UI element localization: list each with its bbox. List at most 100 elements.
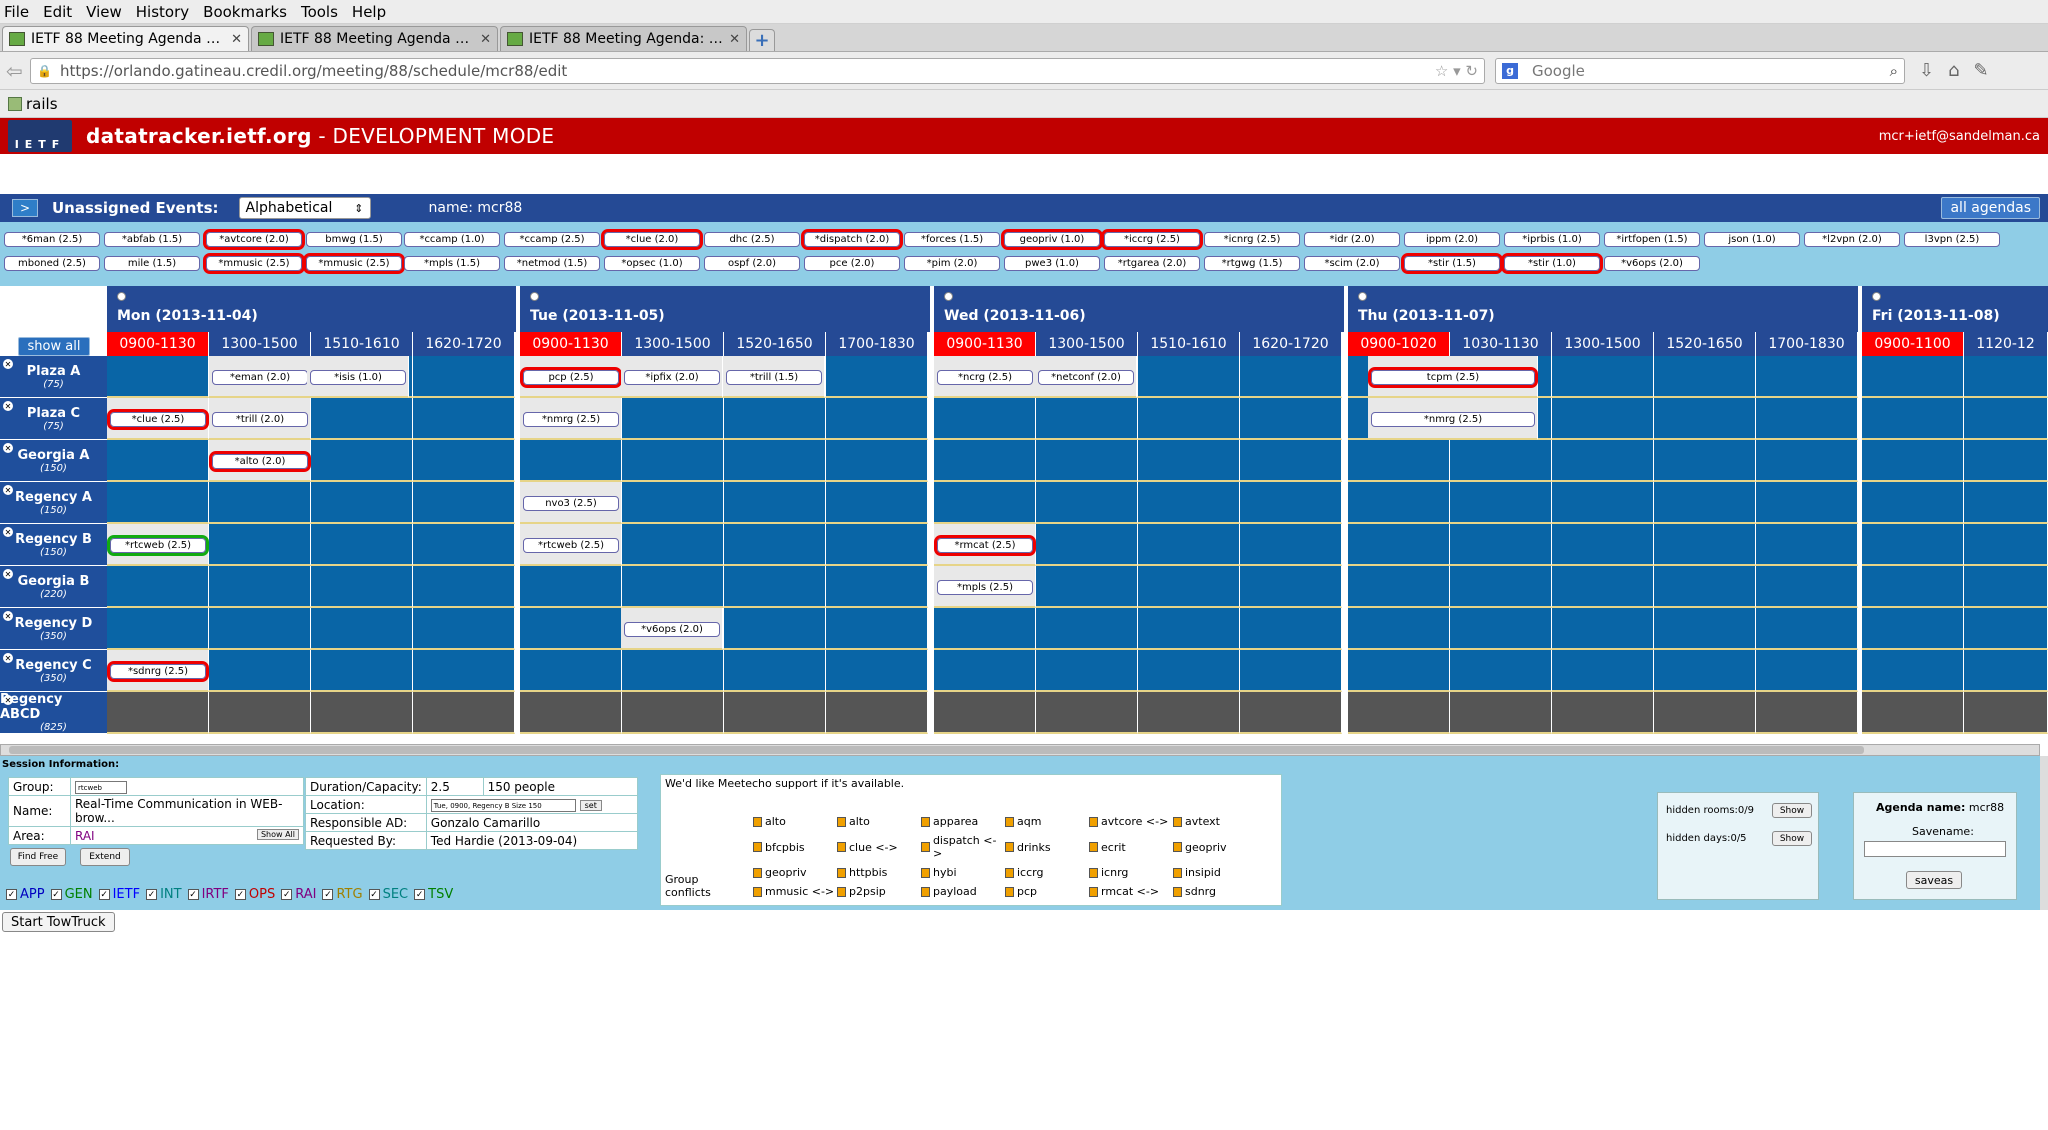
schedule-cell[interactable] [1240,356,1342,398]
hide-room-icon[interactable]: ✕ [3,611,13,621]
schedule-cell[interactable] [1240,692,1342,734]
schedule-cell[interactable] [1964,566,2048,608]
schedule-cell[interactable] [209,482,311,524]
schedule-cell[interactable] [1036,692,1138,734]
unassigned-event[interactable]: *l2vpn (2.0) [1804,232,1900,247]
show-all-button[interactable]: show all [18,337,90,356]
schedule-cell[interactable] [1240,398,1342,440]
unassigned-event[interactable]: geopriv (1.0) [1001,229,1103,250]
schedule-cell[interactable] [1036,524,1138,566]
scheduled-event[interactable]: *isis (1.0) [310,370,406,385]
scheduled-event[interactable]: *clue (2.5) [107,409,209,430]
unassigned-event[interactable]: *6man (2.5) [4,232,100,247]
schedule-cell[interactable] [1654,482,1756,524]
scheduled-event[interactable]: *sdnrg (2.5) [107,661,209,682]
unassigned-event[interactable]: dhc (2.5) [704,232,800,247]
schedule-cell[interactable] [826,440,928,482]
conflict-item[interactable]: clue <-> [837,834,921,860]
start-towtruck-button[interactable]: Start TowTruck [2,912,115,932]
schedule-cell[interactable] [311,482,413,524]
unassigned-event[interactable]: *scim (2.0) [1304,256,1400,271]
schedule-cell[interactable] [413,482,515,524]
schedule-cell[interactable] [1036,608,1138,650]
conflict-item[interactable]: apparea [921,815,1005,828]
schedule-cell[interactable] [1862,524,1964,566]
scheduled-event[interactable]: *alto (2.0) [209,451,311,472]
schedule-cell[interactable] [413,356,515,398]
schedule-cell[interactable] [934,650,1036,692]
schedule-cell[interactable] [413,608,515,650]
day-toggle-icon[interactable] [1358,292,1367,301]
schedule-cell[interactable] [934,398,1036,440]
area-filter-ietf[interactable]: ✓ IETF [98,887,140,902]
schedule-cell[interactable] [107,356,209,398]
unassigned-event[interactable]: *mmusic (2.5) [303,253,405,274]
schedule-cell[interactable] [1552,608,1654,650]
extend-button[interactable]: Extend [80,848,130,866]
schedule-cell[interactable] [1654,566,1756,608]
schedule-cell[interactable] [1654,524,1756,566]
horizontal-scrollbar[interactable] [0,744,2040,756]
menu-bookmarks[interactable]: Bookmarks [203,3,287,21]
schedule-cell[interactable] [520,566,622,608]
unassigned-event[interactable]: *v6ops (2.0) [1604,256,1700,271]
unassigned-event[interactable]: mile (1.5) [104,256,200,271]
schedule-cell[interactable] [1552,650,1654,692]
schedule-cell[interactable] [311,650,413,692]
checkbox-icon[interactable]: ✓ [234,889,246,900]
day-toggle-icon[interactable] [530,292,539,301]
unassigned-event[interactable]: ospf (2.0) [704,256,800,271]
unassigned-event[interactable]: json (1.0) [1704,232,1800,247]
schedule-cell[interactable] [520,608,622,650]
schedule-cell[interactable] [107,566,209,608]
show-all-area-button[interactable]: Show All [256,828,299,840]
area-filter-rai[interactable]: ✓ RAI [281,887,316,902]
unassigned-event[interactable]: *avtcore (2.0) [203,229,305,250]
schedule-cell[interactable] [826,566,928,608]
conflict-item[interactable]: geopriv [753,866,837,879]
hide-room-icon[interactable]: ✕ [3,359,13,369]
conflict-item[interactable]: insipid [1173,866,1257,879]
area-filter-gen[interactable]: ✓ GEN [50,887,93,902]
browser-tab-2[interactable]: IETF 88 Meeting Agenda - D... ✕ [251,26,498,51]
checkbox-icon[interactable]: ✓ [146,889,158,900]
close-tab-icon[interactable]: ✕ [480,32,491,47]
checkbox-icon[interactable]: ✓ [322,889,334,900]
area-filter-irtf[interactable]: ✓ IRTF [187,887,229,902]
new-tab-button[interactable]: + [749,29,775,51]
conflict-item[interactable]: ecrit [1089,834,1173,860]
unassigned-event[interactable]: pce (2.0) [804,256,900,271]
hide-room-icon[interactable]: ✕ [3,401,13,411]
schedule-cell[interactable] [107,608,209,650]
schedule-cell[interactable] [1138,482,1240,524]
scheduled-event[interactable]: tcpm (2.5) [1368,367,1538,388]
back-arrow-icon[interactable]: ⇦ [6,59,30,83]
schedule-cell[interactable] [826,650,928,692]
scroll-thumb[interactable] [9,746,1864,754]
schedule-cell[interactable] [622,650,724,692]
schedule-cell[interactable] [622,566,724,608]
browser-tab-1[interactable]: IETF 88 Meeting Agenda - D... ✕ [2,26,249,51]
schedule-cell[interactable] [934,440,1036,482]
scheduled-event[interactable]: *mpls (2.5) [937,580,1033,595]
schedule-cell[interactable] [1862,566,1964,608]
schedule-cell[interactable] [724,608,826,650]
schedule-cell[interactable] [107,692,209,734]
schedule-cell[interactable] [1654,608,1756,650]
search-bar[interactable]: g Google ⌕ [1495,57,1905,84]
schedule-cell[interactable] [1036,482,1138,524]
schedule-cell[interactable] [1348,482,1450,524]
schedule-cell[interactable] [1138,566,1240,608]
schedule-cell[interactable] [413,440,515,482]
unassigned-event[interactable]: *icnrg (2.5) [1204,232,1300,247]
schedule-cell[interactable] [1450,566,1552,608]
schedule-cell[interactable] [1756,356,1858,398]
schedule-cell[interactable] [1862,608,1964,650]
schedule-cell[interactable] [1756,482,1858,524]
schedule-cell[interactable] [1138,524,1240,566]
schedule-cell[interactable] [934,608,1036,650]
schedule-cell[interactable] [1348,440,1450,482]
schedule-cell[interactable] [1240,650,1342,692]
checkbox-icon[interactable]: ✓ [6,889,17,900]
schedule-cell[interactable] [1348,650,1450,692]
